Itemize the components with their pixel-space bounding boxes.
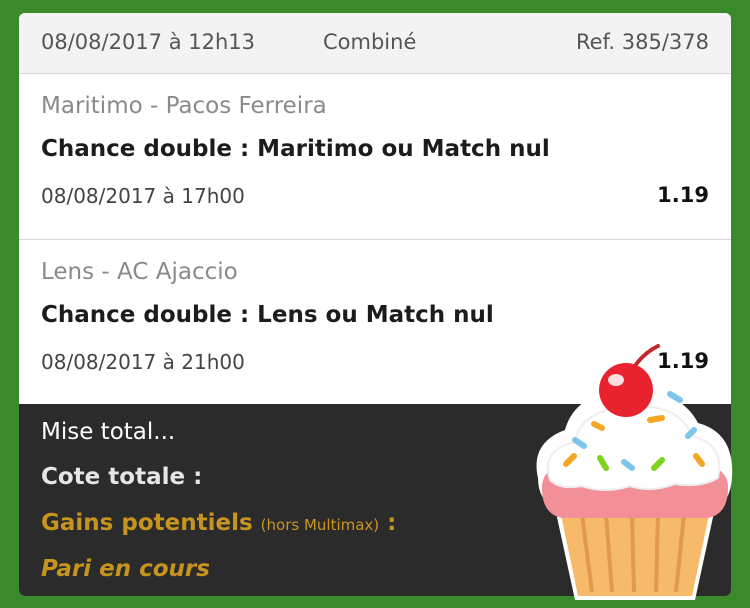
gains-colon: : [379, 510, 397, 536]
bet-match: Lens - AC Ajaccio [41, 259, 238, 285]
bet-choice: Chance double : Maritimo ou Match nul [41, 136, 550, 162]
bet-choice: Chance double : Lens ou Match nul [41, 302, 494, 328]
bet-datetime: 08/08/2017 à 21h00 [41, 350, 245, 374]
bet-status: Pari en cours [41, 556, 210, 582]
cupcake-sticker-icon [536, 344, 733, 600]
bet-odd: 1.19 [657, 183, 709, 207]
bet-datetime: 08/08/2017 à 17h00 [41, 184, 245, 208]
ticket-header: 08/08/2017 à 12h13 Combiné Ref. 385/378 [19, 13, 731, 74]
bet-item[interactable]: Maritimo - Pacos Ferreira Chance double … [19, 74, 731, 240]
total-stake: Mise total... [41, 419, 176, 445]
ticket-type: Combiné [323, 30, 417, 54]
bet-match: Maritimo - Pacos Ferreira [41, 93, 327, 119]
potential-gains-label: Gains potentiels [41, 510, 253, 536]
total-odds: Cote totale : [41, 464, 203, 490]
ticket-ref: Ref. 385/378 [575, 30, 709, 54]
gains-note: (hors Multimax) [260, 516, 380, 534]
potential-gains: Gains potentiels (hors Multimax) : [41, 510, 396, 536]
ticket-date: 08/08/2017 à 12h13 [41, 30, 256, 54]
